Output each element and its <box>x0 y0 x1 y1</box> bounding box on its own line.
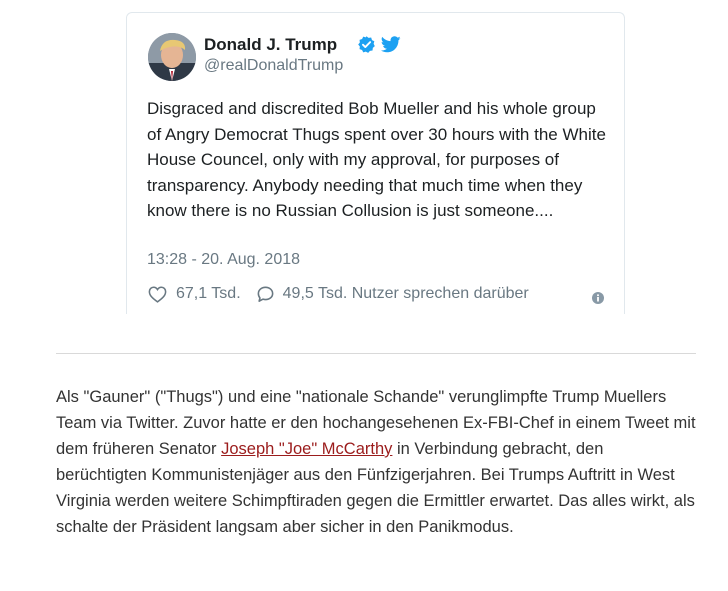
tweet-text: Disgraced and discredited Bob Mueller an… <box>147 99 606 220</box>
tweet-actions: 67,1 Tsd. 49,5 Tsd. Nutzer sprechen darü… <box>148 283 529 305</box>
verified-badge-icon <box>358 36 375 53</box>
heart-icon[interactable] <box>148 285 167 303</box>
article-paragraph: Als "Gauner" ("Thugs") und eine "nationa… <box>56 384 696 540</box>
author-avatar[interactable] <box>148 33 196 81</box>
talking-count[interactable]: 49,5 Tsd. Nutzer sprechen darüber <box>283 285 529 303</box>
section-divider <box>56 353 696 354</box>
tweet-timestamp[interactable]: 13:28 - 20. Aug. 2018 <box>147 251 300 269</box>
like-count[interactable]: 67,1 Tsd. <box>176 285 241 303</box>
author-name[interactable]: Donald J. Trump <box>204 35 337 55</box>
author-handle[interactable]: @realDonaldTrump <box>204 57 343 75</box>
mccarthy-link[interactable]: Joseph "Joe" McCarthy <box>221 440 392 458</box>
avatar-image <box>148 33 196 81</box>
info-icon[interactable] <box>592 292 604 304</box>
embedded-tweet[interactable]: Donald J. Trump @realDonaldTrump Disgrac… <box>126 12 625 314</box>
speech-bubble-icon[interactable] <box>256 285 275 303</box>
twitter-bird-icon[interactable] <box>381 36 401 53</box>
